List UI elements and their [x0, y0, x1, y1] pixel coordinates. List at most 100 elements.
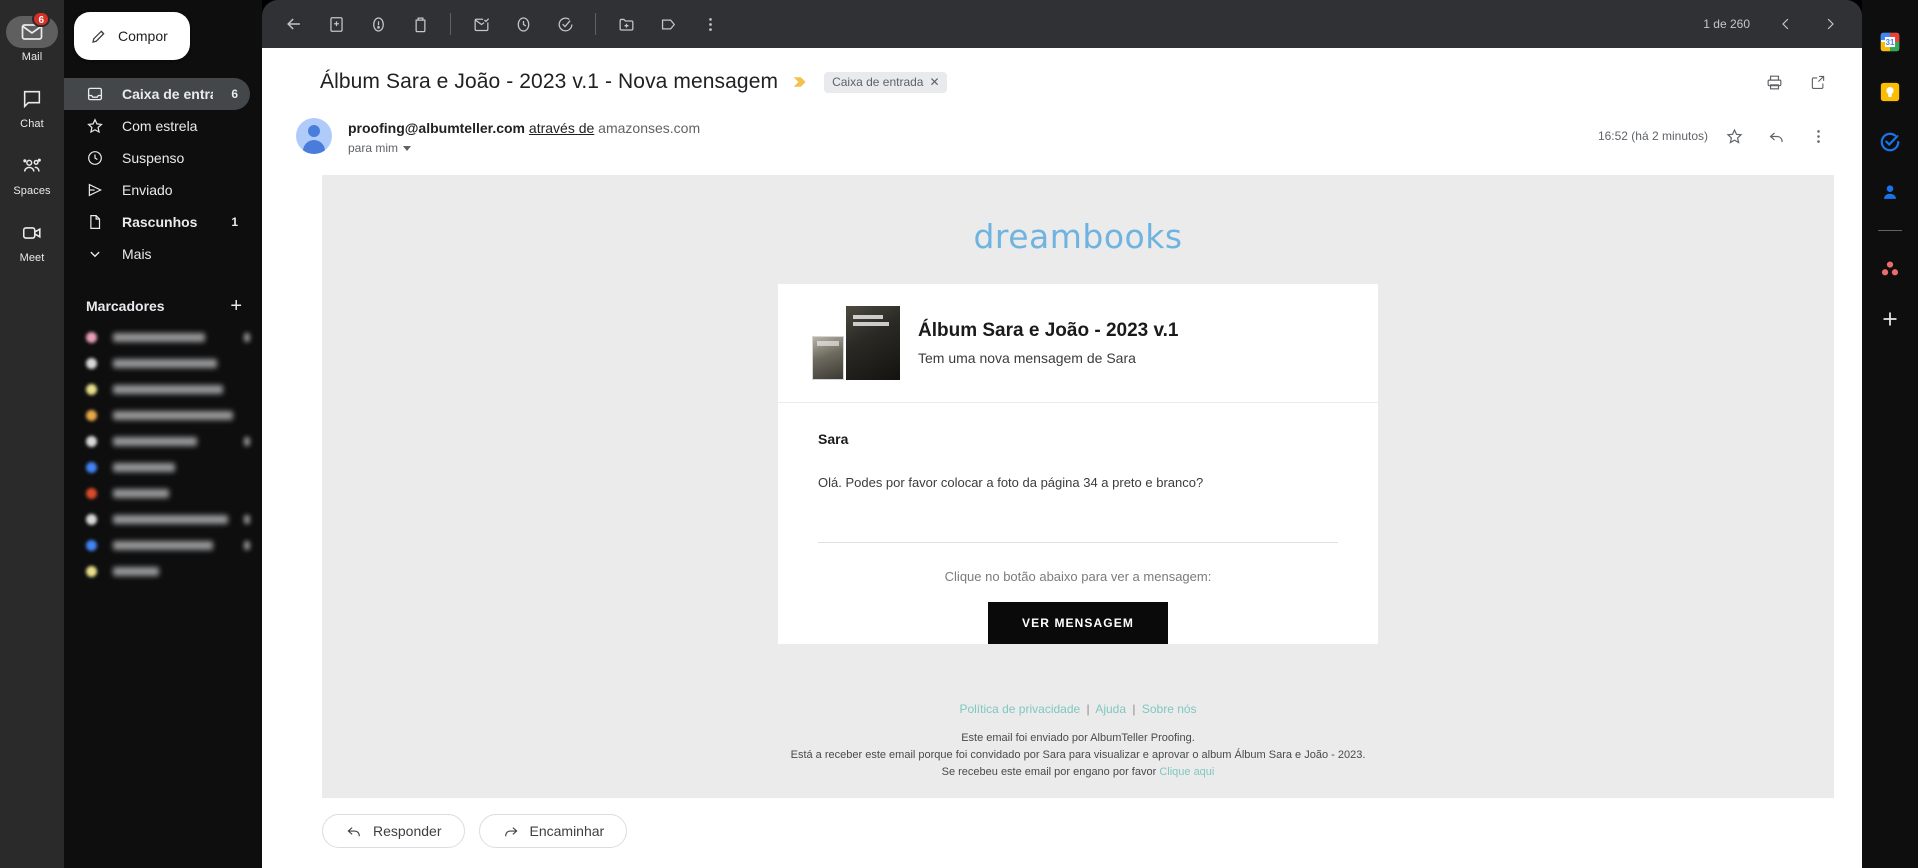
back-button[interactable]: [274, 4, 314, 44]
chevron-left-icon[interactable]: [1766, 4, 1806, 44]
view-message-button[interactable]: VER MENSAGEM: [988, 602, 1168, 644]
reply-icon[interactable]: [1760, 120, 1792, 152]
email-footer: Política de privacidade | Ajuda | Sobre …: [322, 680, 1834, 798]
chip-label: Caixa de entrada: [832, 74, 924, 89]
labels-button[interactable]: [648, 4, 688, 44]
move-to-button[interactable]: [606, 4, 646, 44]
chevron-right-icon[interactable]: [1810, 4, 1850, 44]
sidebar-item-sent[interactable]: Enviado: [64, 174, 250, 206]
about-link[interactable]: Sobre nós: [1142, 702, 1197, 716]
forward-label: Encaminhar: [529, 823, 605, 839]
email-html-body: dreambooks Álbum Sara e João - 2023 v.1 …: [322, 175, 1834, 798]
help-link[interactable]: Ajuda: [1095, 702, 1126, 716]
rail-item-meet[interactable]: Meet: [0, 213, 64, 270]
sidebar-item-snoozed[interactable]: Suspenso: [64, 142, 250, 174]
via-label: através de: [528, 120, 595, 136]
mark-unread-button[interactable]: [461, 4, 501, 44]
message-block: Sara Olá. Podes por favor colocar a foto…: [778, 403, 1378, 508]
label-name-redacted: [113, 566, 159, 576]
label-count-redacted: [244, 436, 250, 446]
sidebar-item-inbox[interactable]: Caixa de entrada 6: [64, 78, 250, 110]
google-calendar-icon[interactable]: 31: [1878, 30, 1902, 54]
privacy-policy-link[interactable]: Política de privacidade: [959, 702, 1080, 716]
google-keep-icon[interactable]: [1878, 80, 1902, 104]
sidebar-label-item[interactable]: [64, 350, 262, 376]
recipient-label: para mim: [348, 141, 399, 155]
message-meta: 16:52 (há 2 minutos): [1598, 116, 1834, 152]
rail-item-chat[interactable]: Chat: [0, 79, 64, 136]
album-card-header: Álbum Sara e João - 2023 v.1 Tem uma nov…: [778, 284, 1378, 402]
sidebar-item-starred[interactable]: Com estrela: [64, 110, 250, 142]
dreambooks-logo: dreambooks: [973, 217, 1183, 256]
mail-sidebar: Compor Caixa de entrada 6 Com estrela: [64, 0, 262, 868]
label-name-redacted: [113, 514, 229, 524]
footer-line-3: Se recebeu este email por engano por fav…: [322, 764, 1834, 781]
open-in-new-icon[interactable]: [1802, 66, 1834, 98]
footer-separator-1: |: [1086, 702, 1090, 716]
sidebar-label-item[interactable]: [64, 428, 262, 454]
label-color-dot: [86, 461, 97, 473]
rail-item-mail[interactable]: 6 Mail: [0, 11, 64, 69]
click-here-link[interactable]: Clique aqui: [1159, 766, 1214, 778]
recipient-toggle[interactable]: para mim: [348, 141, 700, 155]
subject-row: Álbum Sara e João - 2023 v.1 - Nova mens…: [262, 48, 1862, 108]
google-tasks-icon[interactable]: [1878, 130, 1902, 154]
snooze-button[interactable]: [503, 4, 543, 44]
compose-button[interactable]: Compor: [74, 12, 190, 60]
sidebar-label-starred: Com estrela: [122, 118, 198, 134]
star-outline-icon[interactable]: [1718, 120, 1750, 152]
status-badge[interactable]: Caixa de entrada ✕: [824, 71, 947, 93]
sidebar-label-item[interactable]: [64, 454, 262, 480]
add-task-button[interactable]: [545, 4, 585, 44]
sidebar-item-more[interactable]: Mais: [64, 238, 250, 270]
message-author: Sara: [818, 431, 849, 447]
reply-button[interactable]: Responder: [322, 814, 465, 848]
sidebar-label-snoozed: Suspenso: [122, 150, 185, 166]
sidebar-label-drafts: Rascunhos: [122, 214, 198, 230]
more-vertical-icon[interactable]: [1802, 120, 1834, 152]
sidebar-label-item[interactable]: [64, 480, 262, 506]
sidebar-label-inbox: Caixa de entrada: [122, 86, 213, 102]
footer-line-2: Está a receber este email porque foi con…: [790, 749, 1366, 761]
report-spam-button[interactable]: [358, 4, 398, 44]
compose-label: Compor: [118, 28, 168, 44]
delete-button[interactable]: [400, 4, 440, 44]
chevron-down-icon: [403, 145, 412, 151]
sidebar-label-item[interactable]: [64, 376, 262, 402]
message-text: Olá. Podes por favor colocar a foto da p…: [818, 475, 1204, 490]
mail-unread-badge: 6: [32, 11, 50, 27]
close-icon[interactable]: ✕: [929, 75, 939, 89]
album-thumbnail-small: [812, 336, 844, 380]
rail-item-spaces[interactable]: Spaces: [0, 146, 64, 203]
album-card: Álbum Sara e João - 2023 v.1 Tem uma nov…: [778, 284, 1378, 402]
footer-links: Política de privacidade | Ajuda | Sobre …: [322, 702, 1834, 716]
plus-icon[interactable]: +: [230, 296, 242, 316]
message-card: Sara Olá. Podes por favor colocar a foto…: [778, 403, 1378, 644]
sidebar-label-item[interactable]: [64, 558, 262, 584]
chevron-down-icon: [86, 245, 104, 263]
sidebar-label-more: Mais: [122, 246, 152, 262]
google-contacts-icon[interactable]: [1878, 180, 1902, 204]
addon-side-rail: 31: [1862, 0, 1918, 868]
meet-icon: [6, 217, 58, 249]
sidebar-label-item[interactable]: [64, 506, 262, 532]
archive-button[interactable]: [316, 4, 356, 44]
label-color-dot: [86, 487, 97, 499]
sidebar-count-drafts: 1: [231, 215, 238, 229]
important-marker-icon: [792, 75, 808, 89]
sidebar-label-item[interactable]: [64, 402, 262, 428]
label-name-redacted: [113, 540, 213, 550]
label-color-dot: [86, 409, 97, 421]
add-addon-icon[interactable]: [1878, 307, 1902, 331]
label-name-redacted: [113, 436, 197, 446]
clock-icon: [86, 149, 104, 167]
footer-separator-2: |: [1132, 702, 1136, 716]
sidebar-item-drafts[interactable]: Rascunhos 1: [64, 206, 250, 238]
print-icon[interactable]: [1758, 66, 1790, 98]
sender-email[interactable]: proofing@albumteller.com: [348, 120, 525, 136]
sidebar-label-item[interactable]: [64, 324, 262, 350]
forward-button[interactable]: Encaminhar: [478, 814, 628, 848]
sidebar-label-item[interactable]: [64, 532, 262, 558]
more-options-button[interactable]: [690, 4, 730, 44]
asana-icon[interactable]: [1878, 257, 1902, 281]
